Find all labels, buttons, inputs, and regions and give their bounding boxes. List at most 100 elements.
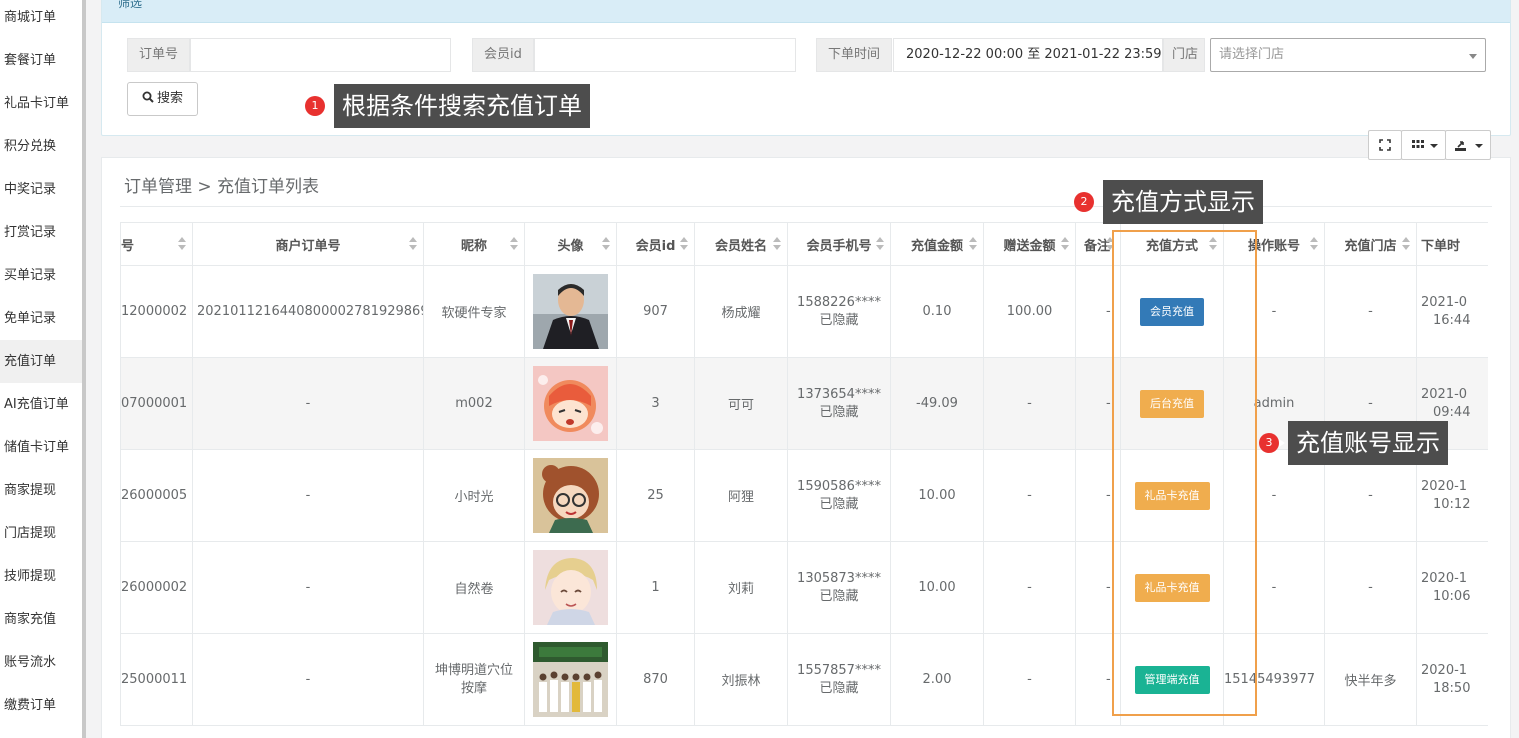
sidebar-item-payment-orders[interactable]: 缴费订单 <box>0 684 82 727</box>
sidebar-item-package-orders[interactable]: 套餐订单 <box>0 39 82 82</box>
chevron-down-icon <box>1469 54 1477 59</box>
search-button-label: 搜索 <box>156 91 183 106</box>
cell-avatar <box>524 357 617 450</box>
cell-nickname: 小时光 <box>423 449 525 542</box>
cell-order-time: 2020-1 18:50 <box>1416 633 1488 726</box>
sidebar: 商城订单 套餐订单 礼品卡订单 积分兑换 中奖记录 打赏记录 买单记录 免单记录… <box>0 0 86 738</box>
store-select[interactable]: 请选择门店 <box>1210 38 1486 72</box>
cell-bonus-amount: - <box>983 633 1076 726</box>
avatar[interactable] <box>533 458 608 533</box>
column-header-bonus-amount[interactable]: 赠送金额 <box>983 222 1076 266</box>
phone-hidden-note: 已隐藏 <box>819 680 859 696</box>
phone-hidden-note: 已隐藏 <box>819 588 859 604</box>
cell-nickname: 软硬件专家 <box>423 265 525 358</box>
table-grid: 号 商户订单号 昵称 头像 会员id 会员姓名 会员手机号 充值金额 赠送金额 … <box>120 222 1488 726</box>
column-header-merchant-order[interactable]: 商户订单号 <box>192 222 424 266</box>
table-row: 07000001 - m002 3 可可 1373654**** 已隐藏 -49… <box>120 357 1488 450</box>
member-id-input[interactable] <box>534 38 796 72</box>
sidebar-item-tip-records[interactable]: 打赏记录 <box>0 211 82 254</box>
cell-order-no: 25000011 <box>120 633 193 726</box>
cell-nickname: 坤博明道穴位按摩 <box>423 633 525 726</box>
order-no-label: 订单号 <box>127 38 191 72</box>
column-header-order-no[interactable]: 号 <box>120 222 193 266</box>
member-id-label: 会员id <box>472 38 534 72</box>
column-header-recharge-amount[interactable]: 充值金额 <box>890 222 984 266</box>
cell-order-time: 2020-1 10:06 <box>1416 541 1488 634</box>
column-header-member-id[interactable]: 会员id <box>616 222 695 266</box>
sidebar-item-merchant-withdraw[interactable]: 商家提现 <box>0 469 82 512</box>
sort-icon <box>876 237 884 251</box>
annotation-badge-2: 2 <box>1074 192 1100 212</box>
avatar[interactable] <box>533 366 608 441</box>
phone-hidden-note: 已隐藏 <box>819 496 859 512</box>
column-header-order-time[interactable]: 下单时 <box>1416 222 1488 266</box>
cell-merchant-order: - <box>192 541 424 634</box>
column-header-avatar[interactable]: 头像 <box>524 222 617 266</box>
sidebar-item-merchant-recharge[interactable]: 商家充值 <box>0 598 82 641</box>
avatar[interactable] <box>533 642 608 717</box>
phone-masked: 1557857**** <box>797 662 881 678</box>
cell-merchant-order: - <box>192 449 424 542</box>
cell-avatar <box>524 449 617 542</box>
sidebar-item-free-records[interactable]: 免单记录 <box>0 297 82 340</box>
column-header-recharge-store[interactable]: 充值门店 <box>1324 222 1417 266</box>
cell-member-id: 907 <box>616 265 695 358</box>
store-label: 门店 <box>1163 38 1206 72</box>
cell-order-no: 07000001 <box>120 357 193 450</box>
cell-merchant-order: - <box>192 633 424 726</box>
cell-member-id: 25 <box>616 449 695 542</box>
cell-bonus-amount: - <box>983 357 1076 450</box>
sort-icon <box>680 237 688 251</box>
cell-member-name: 刘振林 <box>694 633 788 726</box>
cell-member-id: 870 <box>616 633 695 726</box>
filter-header: 筛选 <box>102 0 1510 23</box>
chevron-down-icon <box>1430 144 1438 148</box>
fullscreen-button[interactable] <box>1368 130 1402 160</box>
table-row: 25000011 - 坤博明道穴位按摩 870 刘振林 1557857**** … <box>120 633 1488 726</box>
columns-toggle-button[interactable] <box>1401 130 1446 160</box>
chevron-down-icon <box>1475 144 1483 148</box>
sort-icon <box>773 237 781 251</box>
sidebar-item-prize-records[interactable]: 中奖记录 <box>0 168 82 211</box>
sidebar-item-tech-withdraw[interactable]: 技师提现 <box>0 555 82 598</box>
cell-recharge-amount: 2.00 <box>890 633 984 726</box>
column-header-nickname[interactable]: 昵称 <box>423 222 525 266</box>
sidebar-item-mall-orders[interactable]: 商城订单 <box>0 0 82 39</box>
column-header-member-name[interactable]: 会员姓名 <box>694 222 788 266</box>
cell-recharge-store: - <box>1324 541 1417 634</box>
export-button[interactable] <box>1445 130 1491 160</box>
annotation-callout-3: 充值账号显示 <box>1288 421 1448 465</box>
cell-member-phone: 1588226**** 已隐藏 <box>787 265 891 358</box>
sort-icon <box>1061 237 1069 251</box>
cell-member-phone: 1590586**** 已隐藏 <box>787 449 891 542</box>
cell-member-id: 3 <box>616 357 695 450</box>
sidebar-item-giftcard-orders[interactable]: 礼品卡订单 <box>0 82 82 125</box>
sidebar-item-ai-recharge-orders[interactable]: AI充值订单 <box>0 383 82 426</box>
sidebar-item-stored-card-orders[interactable]: 储值卡订单 <box>0 426 82 469</box>
columns-icon <box>1412 140 1424 148</box>
sidebar-item-points-exchange[interactable]: 积分兑换 <box>0 125 82 168</box>
table-row: 12000002 20210112164408000027819298​69 软… <box>120 265 1488 358</box>
cell-member-id: 1 <box>616 541 695 634</box>
order-no-input[interactable] <box>190 38 451 72</box>
column-header-member-phone[interactable]: 会员手机号 <box>787 222 891 266</box>
cell-order-no: 12000002 <box>120 265 193 358</box>
avatar[interactable] <box>533 550 608 625</box>
cell-avatar <box>524 541 617 634</box>
order-time-range-input[interactable]: 2020-12-22 00:00 至 2021-01-22 23:59 <box>893 38 1163 72</box>
sidebar-item-store-withdraw[interactable]: 门店提现 <box>0 512 82 555</box>
filter-title: 筛选 <box>118 0 143 10</box>
sort-icon <box>1402 237 1410 251</box>
phone-masked: 1373654**** <box>797 386 881 402</box>
sidebar-item-bill-records[interactable]: 买单记录 <box>0 254 82 297</box>
cell-member-phone: 1557857**** 已隐藏 <box>787 633 891 726</box>
sort-icon <box>510 237 518 251</box>
avatar[interactable] <box>533 274 608 349</box>
recharge-orders-table: 号 商户订单号 昵称 头像 会员id 会员姓名 会员手机号 充值金额 赠送金额 … <box>120 222 1488 738</box>
sidebar-item-recharge-orders[interactable]: 充值订单 <box>0 340 82 383</box>
sidebar-item-account-flow[interactable]: 账号流水 <box>0 641 82 684</box>
search-icon <box>142 91 154 103</box>
cell-member-name: 刘莉 <box>694 541 788 634</box>
search-button[interactable]: 搜索 <box>127 82 198 116</box>
export-icon <box>1455 141 1466 151</box>
